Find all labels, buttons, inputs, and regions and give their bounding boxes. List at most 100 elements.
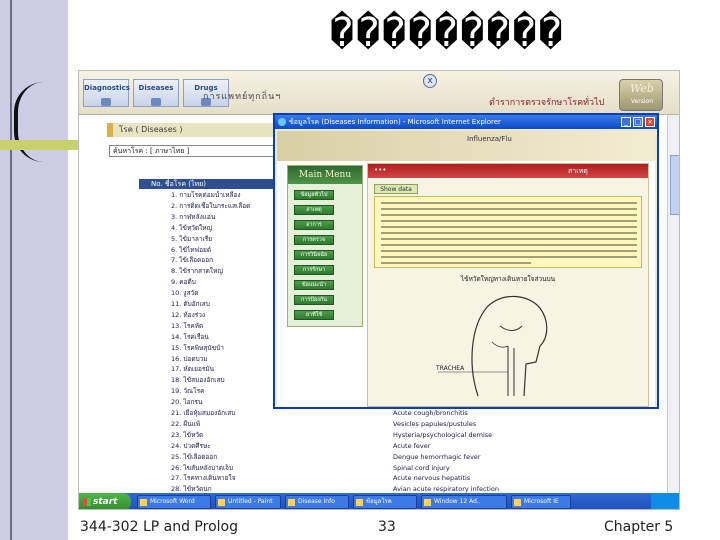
- slide-decoration-line: [10, 0, 12, 540]
- screenshot-area: Diagnostics Diseases Drugs การแพทย์ทุกถิ…: [78, 70, 680, 510]
- disease-name-thai: 26. ไขสันหลังบาดเจ็บ: [171, 463, 234, 472]
- window-titlebar[interactable]: ข้อมูลโรค (Diseases Information) - Micro…: [275, 115, 657, 129]
- slide-decoration-bar: [0, 140, 78, 150]
- menu-button[interactable]: อาการ: [294, 220, 334, 230]
- tab-diagnostics[interactable]: Diagnostics: [83, 79, 130, 107]
- taskbar-item[interactable]: Window 12 Ad..: [421, 495, 507, 509]
- tab-label: Diseases: [138, 84, 174, 92]
- menu-button[interactable]: สาเหตุ: [294, 205, 334, 215]
- web-version-logo: Web Version: [619, 79, 663, 111]
- windows-flag-icon: [83, 498, 91, 506]
- disease-name-thai: 27. โรคทางเดินหายใจ: [171, 474, 236, 483]
- main-menu-title: Main Menu: [288, 166, 362, 184]
- tab-label: Diagnostics: [84, 84, 130, 92]
- table-row[interactable]: 23. ไข้หวัด Hysteria/psychological demise: [139, 431, 611, 440]
- content-header: ••• สาเหตุ: [368, 164, 648, 178]
- footer-course: 344-302 LP and Prolog: [80, 519, 238, 535]
- window-icon: [356, 499, 363, 506]
- menu-button[interactable]: การวินิจฉัย: [294, 250, 334, 260]
- menu-button[interactable]: ยาที่ใช้: [294, 310, 334, 320]
- window-icon: [288, 499, 295, 506]
- disease-info-window: ข้อมูลโรค (Diseases Information) - Micro…: [273, 113, 659, 409]
- disease-name-thai: 24. ปวดศีรษะ: [171, 441, 211, 450]
- cause-text-line: [381, 250, 637, 252]
- section-heading: โรค ( Diseases ): [107, 123, 277, 137]
- cause-text-line: [381, 208, 637, 210]
- taskbar-item[interactable]: Microsoft Word: [137, 495, 211, 509]
- window-title: ข้อมูลโรค (Diseases Information) - Micro…: [289, 118, 501, 126]
- tab-diseases[interactable]: Diseases: [133, 79, 179, 107]
- disease-name-english: Hysteria/psychological demise: [393, 430, 493, 439]
- taskbar-item[interactable]: ข้อมูลโรค: [353, 495, 417, 509]
- cause-text-line: [381, 220, 637, 222]
- start-button[interactable]: start: [79, 493, 131, 509]
- disease-name-thai: 21. เยื่อหุ้มสมองอักเสบ: [171, 409, 236, 417]
- menu-button[interactable]: การป้องกัน: [294, 295, 334, 305]
- windows-taskbar: start Microsoft Word Untitled - Paint Dise…: [79, 493, 679, 509]
- stethoscope-icon: [101, 98, 111, 106]
- cause-text-line: [381, 202, 637, 204]
- footer-chapter: Chapter 5: [604, 519, 674, 535]
- slide-title: ���������: [330, 10, 565, 56]
- disease-name-thai: 22. ผื่นแพ้: [171, 419, 201, 428]
- cause-text-line: [381, 226, 637, 228]
- cause-text-line: [381, 238, 637, 240]
- table-row[interactable]: 25. ไข้เลือดออก Dengue hemorrhagic fever: [139, 453, 611, 462]
- cause-text-line: [381, 232, 637, 234]
- scrollbar-thumb[interactable]: [670, 155, 679, 215]
- popup-banner: Influenza/Flu: [277, 131, 655, 161]
- disease-name-thai: 25. ไข้เลือดออก: [171, 452, 218, 461]
- site-header: Diagnostics Diseases Drugs การแพทย์ทุกถิ…: [79, 71, 679, 115]
- table-row[interactable]: 26. ไขสันหลังบาดเจ็บ Spinal cord injury: [139, 464, 611, 473]
- taskbar-item-label: Window 12 Ad..: [434, 498, 481, 505]
- virus-icon: [151, 98, 161, 106]
- content-header-title: สาเหตุ: [568, 167, 588, 175]
- start-label: start: [93, 497, 118, 507]
- content-panel: ••• สาเหตุ Show data ไข้หวัดใหญ่ทางเดินห…: [367, 163, 649, 407]
- site-subtitle: ตำราการตรวจรักษาโรคทั่วไป: [489, 98, 605, 108]
- site-title: การแพทย์ทุกถิ่นฯ: [203, 92, 282, 102]
- window-icon: [218, 499, 225, 506]
- window-content: Influenza/Flu Main Menu ข้อมูลทั่วไปสาเห…: [277, 131, 655, 407]
- search-select[interactable]: ค้นหาโรค : [ ภาษาไทย ]: [109, 145, 279, 157]
- disease-name-english: Acute fever: [393, 441, 431, 450]
- table-row[interactable]: 24. ปวดศีรษะ Acute fever: [139, 442, 611, 451]
- cause-text-line: [381, 214, 637, 216]
- taskbar-item[interactable]: Disease Info: [285, 495, 349, 509]
- table-row[interactable]: 27. โรคทางเดินหายใจ Acute nervous hepatit…: [139, 474, 611, 483]
- trachea-label: TRACHEA: [435, 365, 465, 372]
- disease-name-english: Spinal cord injury: [393, 463, 450, 472]
- close-icon[interactable]: x: [423, 74, 437, 88]
- logo-text: Web: [630, 82, 654, 95]
- cause-text-line: [381, 256, 637, 258]
- maximize-button[interactable]: □: [633, 117, 643, 127]
- minimize-button[interactable]: _: [621, 117, 631, 127]
- taskbar-item[interactable]: Untitled - Paint: [215, 495, 281, 509]
- taskbar-item-label: Untitled - Paint: [228, 498, 273, 505]
- window-icon: [140, 499, 147, 506]
- table-row[interactable]: 22. ผื่นแพ้ Vesicles papules/pustules: [139, 420, 611, 429]
- disease-name-english: Acute cough/bronchitis: [393, 409, 468, 417]
- show-data-tab[interactable]: Show data: [374, 184, 418, 194]
- cause-text-line: [381, 244, 637, 246]
- internet-explorer-icon: [278, 118, 286, 126]
- table-row[interactable]: 21. เยื่อหุ้มสมองอักเสบ Acute cough/bronc…: [139, 409, 611, 418]
- window-icon: [424, 499, 431, 506]
- menu-button[interactable]: ข้อแนะนำ: [294, 280, 334, 290]
- taskbar-item-label: Microsoft IE: [524, 498, 559, 505]
- taskbar-item[interactable]: Microsoft IE: [511, 495, 571, 509]
- vertical-scrollbar[interactable]: [667, 115, 679, 493]
- close-button[interactable]: ×: [645, 117, 655, 127]
- taskbar-item-label: Microsoft Word: [150, 498, 195, 505]
- content-header-dots: •••: [374, 166, 387, 174]
- disease-name-english: Acute nervous hepatitis: [393, 474, 471, 483]
- respiratory-tract-diagram: TRACHEA: [435, 295, 548, 397]
- cause-text-line: [381, 262, 531, 264]
- system-tray[interactable]: [651, 493, 679, 509]
- disease-name-english: Dengue hemorrhagic fever: [393, 452, 481, 461]
- footer-page-number: 33: [378, 519, 396, 535]
- diagram-title: ไข้หวัดใหญ่ทางเดินหายใจส่วนบน: [460, 275, 556, 283]
- menu-button[interactable]: การตรวจ: [294, 235, 334, 245]
- menu-button[interactable]: การรักษา: [294, 265, 334, 275]
- menu-button[interactable]: ข้อมูลทั่วไป: [294, 190, 334, 200]
